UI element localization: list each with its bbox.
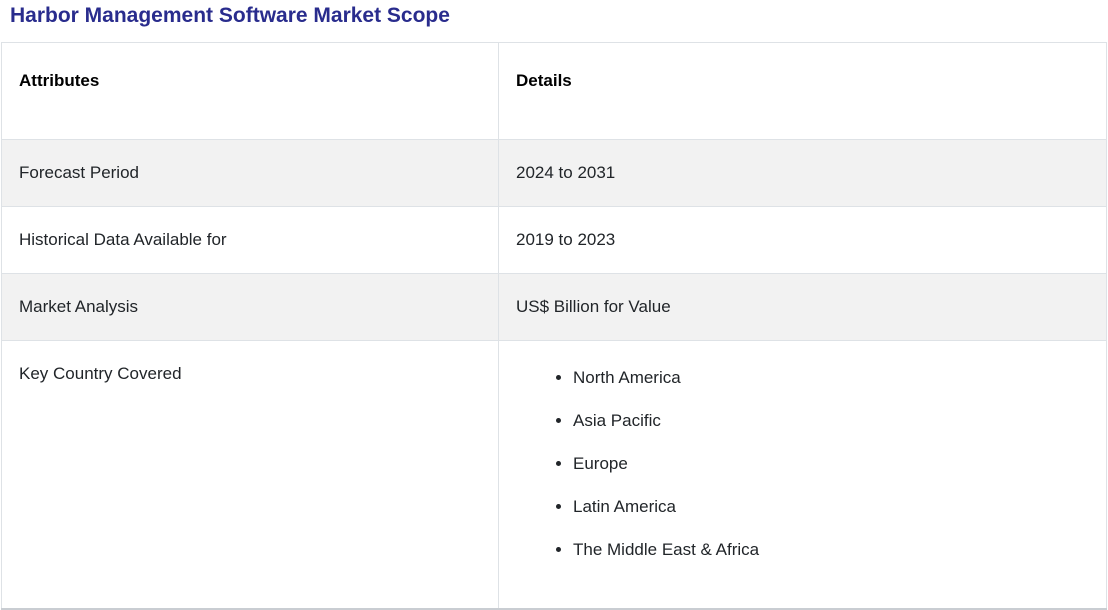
column-header-details: Details: [498, 42, 1107, 140]
column-header-attributes: Attributes: [1, 42, 499, 140]
region-list-item: Europe: [573, 454, 1106, 474]
region-list-item: Asia Pacific: [573, 411, 1106, 431]
region-list-item: The Middle East & Africa: [573, 540, 1106, 560]
detail-cell: North America Asia Pacific Europe Latin …: [498, 340, 1107, 609]
attribute-cell: Forecast Period: [1, 139, 499, 207]
region-list-item: Latin America: [573, 497, 1106, 517]
page-title: Harbor Management Software Market Scope: [10, 4, 450, 27]
detail-cell: 2019 to 2023: [498, 206, 1107, 274]
table-row-market-analysis: Market Analysis US$ Billion for Value: [1, 273, 1107, 341]
table-header-row: Attributes Details: [1, 42, 1107, 140]
detail-cell: US$ Billion for Value: [498, 273, 1107, 341]
table-row-key-country-covered: Key Country Covered North America Asia P…: [1, 340, 1107, 609]
detail-cell: 2024 to 2031: [498, 139, 1107, 207]
region-list-item: North America: [573, 368, 1106, 388]
page: Harbor Management Software Market Scope …: [0, 0, 1108, 610]
attribute-cell: Key Country Covered: [1, 340, 499, 609]
attribute-cell: Historical Data Available for: [1, 206, 499, 274]
region-list: North America Asia Pacific Europe Latin …: [516, 368, 1106, 560]
attribute-cell: Market Analysis: [1, 273, 499, 341]
table-row-forecast-period: Forecast Period 2024 to 2031: [1, 139, 1107, 207]
table-row-historical-data: Historical Data Available for 2019 to 20…: [1, 206, 1107, 274]
market-scope-table: Attributes Details Forecast Period 2024 …: [1, 42, 1107, 610]
